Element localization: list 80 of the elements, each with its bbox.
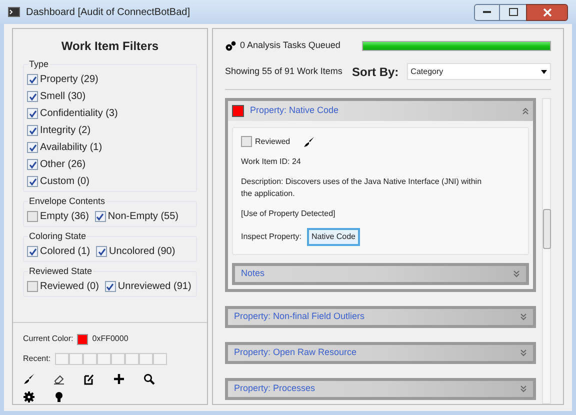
sort-by-label: Sort By: — [352, 64, 399, 80]
checkbox[interactable] — [27, 176, 38, 187]
item-title: Property: Open Raw Resource — [234, 346, 358, 359]
filter-label: Other (26) — [40, 158, 86, 172]
search-icon[interactable] — [143, 373, 155, 385]
filter-label: Availability (1) — [40, 141, 102, 155]
checkbox[interactable] — [94, 211, 106, 222]
work-item-id: Work Item ID: 24 — [241, 156, 302, 168]
brush-icon[interactable] — [303, 136, 316, 148]
expand-icon[interactable] — [520, 348, 527, 356]
expand-icon[interactable] — [513, 270, 520, 278]
checkbox[interactable] — [27, 74, 38, 85]
checkbox[interactable] — [27, 159, 38, 170]
gear-icon[interactable] — [23, 391, 35, 403]
reviewed-label: Reviewed — [255, 136, 290, 148]
item-header[interactable]: Property: Non-final Field Outliers — [225, 306, 536, 328]
minimize-button[interactable] — [474, 4, 500, 20]
color-value: 0xFF0000 — [92, 333, 128, 345]
collapse-icon[interactable] — [522, 106, 529, 114]
showing-count-text: Showing 55 of 91 Work Items — [225, 64, 344, 78]
plus-icon[interactable] — [113, 373, 125, 385]
checkbox[interactable] — [27, 281, 38, 292]
close-icon — [542, 8, 552, 16]
console-icon — [8, 7, 20, 17]
item-title: Property: Non-final Field Outliers — [234, 310, 366, 323]
close-button[interactable] — [526, 4, 568, 20]
checkbox[interactable] — [104, 281, 116, 292]
filter-label: Confidentiality (3) — [40, 107, 118, 121]
checkbox[interactable] — [241, 136, 252, 147]
checkbox[interactable] — [27, 108, 38, 119]
checkbox[interactable] — [27, 246, 38, 257]
filter-label: Custom (0) — [40, 175, 90, 189]
description-text: Description: Discovers uses of the Java Native Interface (JNI) within the application. — [241, 176, 483, 200]
filter-label: Reviewed (0) — [40, 280, 99, 294]
inspect-property-label: Inspect Property: — [241, 230, 302, 242]
filter-label: Non-Empty (55) — [108, 210, 178, 224]
item-header[interactable]: Property: Native Code — [228, 100, 533, 120]
gears-icon — [225, 40, 236, 51]
maximize-button[interactable] — [500, 4, 526, 20]
filter-label: Uncolored (90) — [109, 245, 176, 259]
filter-label: Empty (36) — [40, 210, 89, 224]
filter-label: Colored (1) — [40, 245, 90, 259]
minimize-icon — [483, 10, 491, 14]
item-title: Property: Native Code — [250, 104, 340, 117]
checkbox[interactable] — [27, 91, 38, 102]
scrollbar[interactable] — [542, 98, 551, 404]
checkbox[interactable] — [27, 142, 38, 153]
filter-label: Unreviewed (91) — [118, 280, 192, 294]
inspect-property-button[interactable]: Native Code — [307, 228, 360, 246]
filter-label: Integrity (2) — [40, 124, 91, 138]
current-color-label: Current Color: — [23, 333, 74, 345]
eraser-icon[interactable] — [53, 373, 65, 385]
item-title: Property: Processes — [234, 382, 316, 395]
filter-label: Property (29) — [40, 73, 98, 87]
tasks-queued-text: 0 Analysis Tasks Queued — [240, 39, 342, 52]
recent-label: Recent: — [23, 353, 51, 365]
panel-title: Work Item Filters — [60, 38, 160, 55]
expand-icon[interactable] — [520, 312, 527, 320]
window-title: Dashboard [Audit of ConnectBotBad] — [26, 6, 191, 20]
checkbox[interactable] — [96, 246, 108, 257]
current-color-swatch[interactable] — [77, 334, 88, 344]
group-label: Coloring State — [28, 230, 88, 244]
scroll-thumb[interactable] — [542, 208, 550, 248]
expand-icon[interactable] — [520, 384, 527, 392]
item-title: Notes — [241, 266, 266, 280]
dropdown-arrow-icon — [541, 70, 547, 74]
sort-dropdown[interactable]: Category — [406, 63, 551, 80]
edit-icon[interactable] — [83, 373, 95, 385]
brush-icon[interactable] — [23, 373, 35, 385]
item-header[interactable]: Property: Open Raw Resource — [225, 342, 536, 364]
checkbox[interactable] — [27, 211, 38, 222]
item-header[interactable]: Notes — [232, 262, 529, 284]
item-header[interactable]: Property: Processes — [225, 378, 536, 400]
checkbox[interactable] — [27, 125, 38, 136]
lightbulb-icon[interactable] — [53, 391, 65, 403]
group-label: Type — [28, 58, 50, 72]
maximize-icon — [508, 8, 518, 16]
detected-text: [Use of Property Detected] — [241, 208, 336, 220]
group-label: Envelope Contents — [28, 195, 106, 208]
filter-label: Smell (30) — [40, 90, 86, 104]
